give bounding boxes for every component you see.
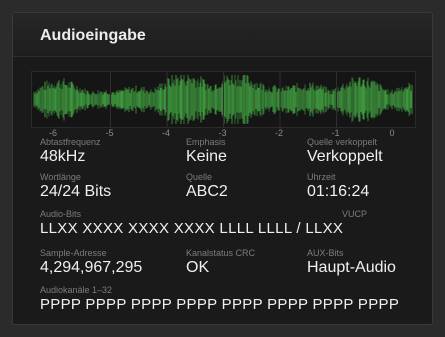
- scale-tick-label: -5: [105, 128, 114, 138]
- emphasis-field: Emphasis Keine: [186, 137, 227, 166]
- word-length-value: 24/24 Bits: [40, 183, 112, 200]
- audio-bits-value: LLXX XXXX XXXX XXXX LLLL LLLL / LLXX: [40, 220, 344, 237]
- vucp-label: VUCP: [342, 209, 368, 219]
- channel-status-crc-value: OK: [186, 259, 210, 276]
- emphasis-value: Keine: [186, 148, 227, 165]
- source-field: Quelle ABC2: [186, 172, 228, 201]
- audio-channels-label: Audiokanäle 1–32: [40, 285, 113, 295]
- time-field: Uhrzeit 01:16:24: [307, 172, 369, 201]
- audio-input-panel: Audioeingabe -6 -5 -4 -3 -2 -1 0 Abtastf…: [12, 12, 433, 325]
- source-locked-value: Verkoppelt: [307, 148, 383, 165]
- time-label: Uhrzeit: [307, 172, 336, 182]
- panel-title: Audioeingabe: [40, 27, 146, 44]
- aux-bits-field: AUX-Bits Haupt-Audio: [307, 248, 396, 277]
- sample-rate-label: Abtastfrequenz: [40, 137, 101, 147]
- source-locked-label: Quelle verkoppelt: [307, 137, 378, 147]
- scale-tick-label: -2: [274, 128, 284, 138]
- aux-bits-label: AUX-Bits: [307, 248, 344, 258]
- sample-rate-field: Abtastfrequenz 48kHz: [40, 137, 101, 166]
- audio-waveform-meter: [31, 71, 416, 128]
- scale-tick-label: 0: [389, 128, 395, 138]
- panel-header: Audioeingabe: [13, 13, 432, 57]
- audio-channels-field: Audiokanäle 1–32 PPPP PPPP PPPP PPPP PPP…: [40, 285, 399, 314]
- aux-bits-value: Haupt-Audio: [307, 259, 396, 276]
- sample-rate-value: 48kHz: [40, 148, 86, 165]
- audio-channels-value: PPPP PPPP PPPP PPPP PPPP PPPP PPPP PPPP: [40, 296, 400, 313]
- audio-bits-field: Audio-Bits LLXX XXXX XXXX XXXX LLLL LLLL…: [40, 209, 343, 238]
- word-length-label: Wortlänge: [40, 172, 81, 182]
- word-length-field: Wortlänge 24/24 Bits: [40, 172, 111, 201]
- waveform-graph: [33, 72, 413, 127]
- time-value: 01:16:24: [307, 183, 370, 200]
- sample-address-label: Sample-Adresse: [40, 248, 107, 258]
- sample-address-value: 4,294,967,295: [40, 259, 143, 276]
- channel-status-crc-label: Kanalstatus CRC: [186, 248, 256, 258]
- scale-tick-label: -4: [161, 128, 171, 138]
- source-value: ABC2: [186, 183, 228, 200]
- source-locked-field: Quelle verkoppelt Verkoppelt: [307, 137, 383, 166]
- channel-status-crc-field: Kanalstatus CRC OK: [186, 248, 255, 277]
- source-label: Quelle: [186, 172, 213, 182]
- sample-address-field: Sample-Adresse 4,294,967,295: [40, 248, 142, 277]
- emphasis-label: Emphasis: [186, 137, 226, 147]
- audio-bits-label: Audio-Bits: [40, 209, 82, 219]
